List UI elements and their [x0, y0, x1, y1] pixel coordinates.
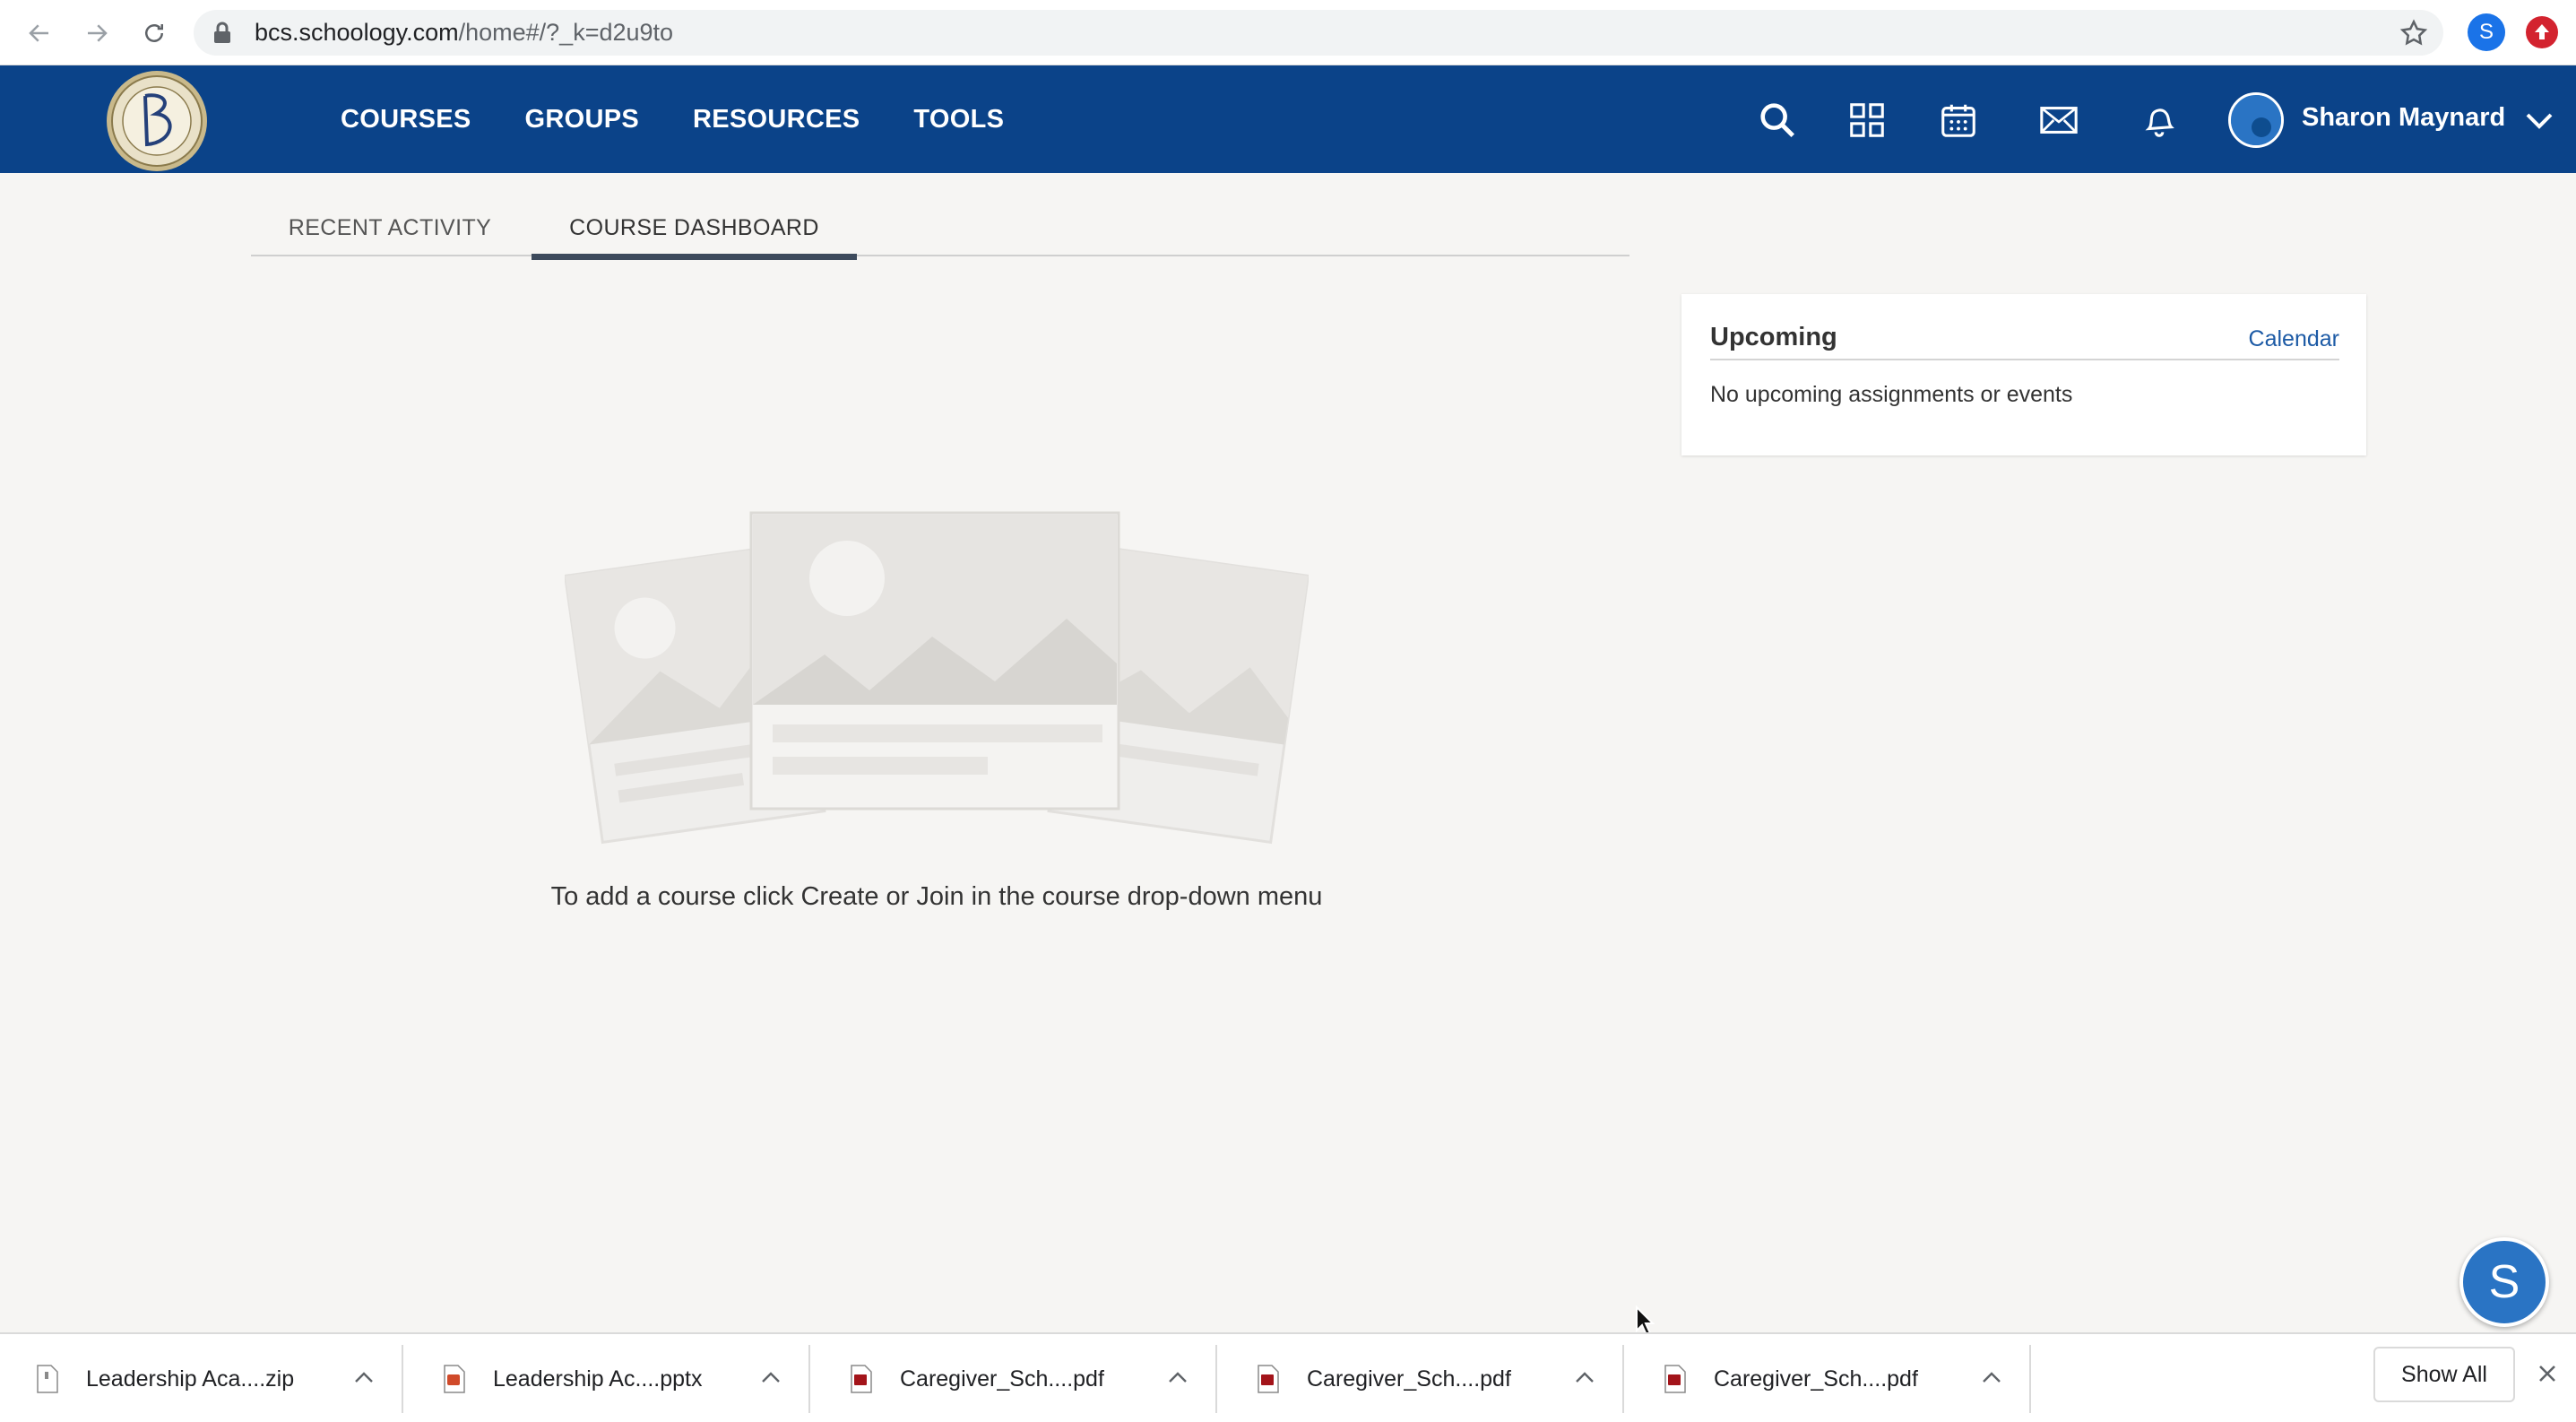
upcoming-empty-text: No upcoming assignments or events: [1710, 382, 2073, 407]
download-file-name: Leadership Aca....zip: [86, 1366, 295, 1392]
main-nav: COURSES GROUPS RESOURCES TOOLS: [341, 65, 1058, 173]
chevron-down-icon[interactable]: [2524, 110, 2554, 132]
upcoming-title: Upcoming: [1710, 323, 1837, 351]
nav-groups[interactable]: GROUPS: [525, 65, 640, 173]
download-file-name: Caregiver_Sch....pdf: [1307, 1366, 1511, 1392]
tab-recent-activity[interactable]: RECENT ACTIVITY: [251, 199, 529, 256]
address-bar[interactable]: bcs.schoology.com/home#/?_k=d2u9to: [194, 10, 2443, 56]
download-item[interactable]: Leadership Aca....zip: [0, 1345, 403, 1413]
pdf-file-icon: [1258, 1365, 1279, 1393]
notifications-button[interactable]: [2137, 98, 2182, 143]
mail-icon: [2040, 107, 2078, 134]
chevron-up-icon[interactable]: [351, 1366, 376, 1388]
home-tabs: RECENT ACTIVITY COURSE DASHBOARD: [251, 199, 1629, 260]
zip-file-icon: [37, 1365, 58, 1393]
arrow-right-icon: [88, 24, 108, 42]
apps-grid-icon: [1850, 103, 1884, 137]
star-icon[interactable]: [2399, 18, 2429, 48]
app-header: COURSES GROUPS RESOURCES TOOLS Sharon Ma…: [0, 65, 2576, 173]
nav-courses[interactable]: COURSES: [341, 65, 471, 173]
search-button[interactable]: [1755, 98, 1800, 143]
empty-state-message: To add a course click Create or Join in …: [550, 882, 1323, 911]
chevron-up-icon[interactable]: [1165, 1366, 1190, 1388]
pdf-file-icon: [851, 1365, 872, 1393]
show-all-downloads-button[interactable]: Show All: [2373, 1347, 2515, 1402]
extension-icon[interactable]: [2526, 16, 2558, 48]
pptx-file-icon: [444, 1365, 465, 1393]
apps-button[interactable]: [1845, 98, 1889, 143]
browser-profile-avatar[interactable]: S: [2468, 13, 2505, 51]
back-button[interactable]: [20, 13, 59, 53]
download-item[interactable]: Leadership Ac....pptx: [407, 1345, 810, 1413]
close-icon[interactable]: [2535, 1361, 2560, 1386]
download-item[interactable]: Caregiver_Sch....pdf: [1628, 1345, 2031, 1413]
calendar-button[interactable]: [1936, 98, 1981, 143]
upcoming-divider: [1710, 359, 2339, 360]
nav-resources[interactable]: RESOURCES: [693, 65, 860, 173]
url-path: /home#/?_k=d2u9to: [458, 19, 674, 46]
user-name[interactable]: Sharon Maynard: [2302, 103, 2505, 133]
notification-bell-icon: [2145, 108, 2174, 137]
search-icon: [1760, 103, 1795, 138]
tab-course-dashboard[interactable]: COURSE DASHBOARD: [532, 199, 857, 260]
download-file-name: Caregiver_Sch....pdf: [1714, 1366, 1918, 1392]
user-avatar[interactable]: [2228, 92, 2284, 148]
nav-tools[interactable]: TOOLS: [913, 65, 1004, 173]
calendar-link[interactable]: Calendar: [2249, 326, 2339, 352]
reload-button[interactable]: [134, 13, 174, 53]
download-shelf: Leadership Aca....zip Leadership Ac....p…: [0, 1332, 2576, 1422]
download-item[interactable]: Caregiver_Sch....pdf: [814, 1345, 1217, 1413]
download-item[interactable]: Caregiver_Sch....pdf: [1221, 1345, 1624, 1413]
school-logo[interactable]: [102, 69, 212, 173]
download-file-name: Caregiver_Sch....pdf: [900, 1366, 1104, 1392]
pdf-file-icon: [1664, 1365, 1686, 1393]
help-chat-button[interactable]: S: [2459, 1237, 2549, 1327]
calendar-icon: [1941, 104, 1975, 137]
messages-button[interactable]: [2036, 98, 2081, 143]
reload-icon: [145, 24, 163, 42]
lock-icon: [214, 22, 230, 43]
chevron-up-icon[interactable]: [1979, 1366, 2004, 1388]
browser-toolbar: bcs.schoology.com/home#/?_k=d2u9to S: [0, 0, 2576, 65]
url-text: bcs.schoology.com/home#/?_k=d2u9to: [255, 19, 673, 47]
forward-button[interactable]: [77, 13, 117, 53]
empty-courses-illustration: [565, 511, 1309, 845]
upcoming-panel: Upcoming Calendar No upcoming assignment…: [1681, 294, 2366, 455]
download-file-name: Leadership Ac....pptx: [493, 1366, 703, 1392]
chevron-up-icon[interactable]: [758, 1366, 783, 1388]
chevron-up-icon[interactable]: [1572, 1366, 1597, 1388]
url-host: bcs.schoology.com: [255, 19, 459, 46]
arrow-left-icon: [29, 24, 48, 42]
